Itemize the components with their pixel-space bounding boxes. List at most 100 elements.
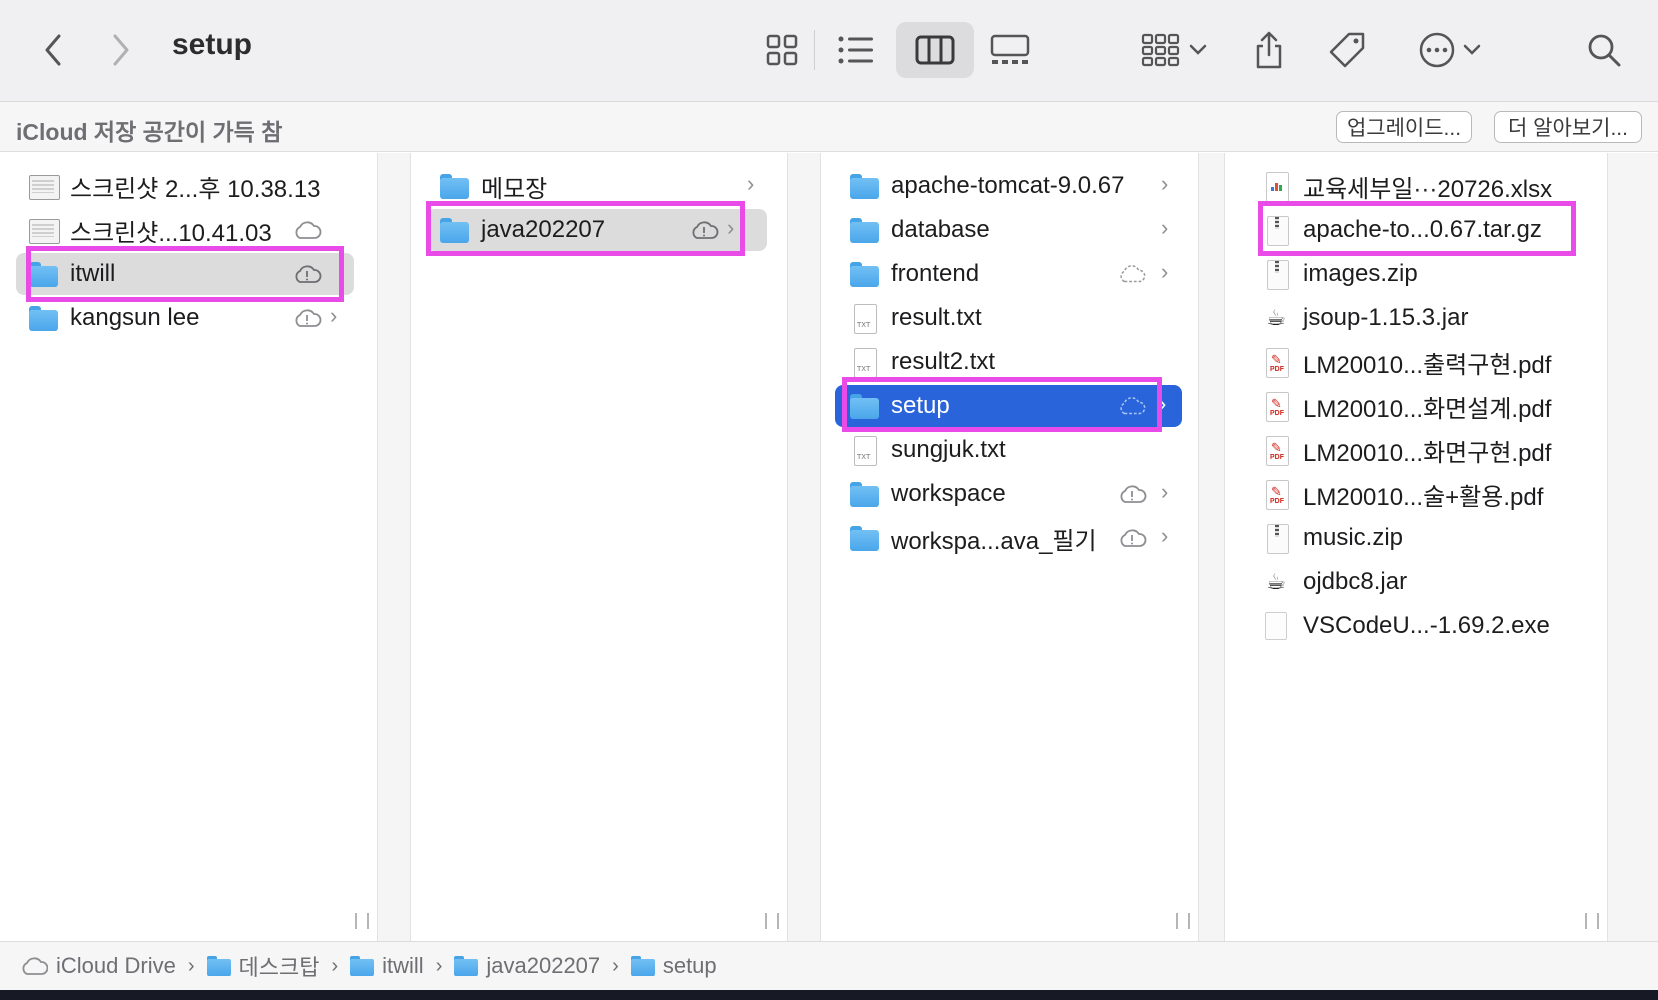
list-item[interactable]: images.zip (1261, 253, 1591, 295)
list-item[interactable]: apache-tomcat-9.0.67 › (847, 165, 1182, 207)
cloud-alert-icon (292, 307, 322, 329)
cloud-icon (292, 219, 322, 241)
list-item[interactable]: workspa...ava_필기 › (847, 517, 1182, 559)
column-resize-handle[interactable] (1585, 913, 1599, 933)
item-name: java202207 (481, 216, 606, 243)
list-item[interactable]: frontend › (847, 253, 1182, 295)
list-item[interactable]: ✎ PDF LM20010...화면구현.pdf (1261, 429, 1591, 471)
list-item[interactable]: kangsun lee › (26, 297, 352, 339)
list-item[interactable]: apache-to...0.67.tar.gz (1261, 209, 1591, 251)
list-item[interactable]: music.zip (1261, 517, 1591, 559)
list-item-selected[interactable]: itwill (16, 253, 354, 295)
chevron-right-icon: › (1159, 391, 1167, 416)
chevron-right-icon: › (612, 954, 619, 977)
list-item[interactable]: ✎ PDF LM20010...화면설계.pdf (1261, 385, 1591, 427)
item-name: result2.txt (891, 348, 996, 375)
chevron-right-icon: › (1161, 479, 1169, 504)
item-name: sungjuk.txt (891, 436, 1006, 463)
list-item[interactable]: TXT result.txt (847, 297, 1182, 339)
column-gap (1199, 153, 1225, 941)
column-gap (378, 153, 411, 941)
archive-file-icon (1261, 523, 1291, 554)
learn-more-button[interactable]: 더 알아보기... (1494, 111, 1642, 143)
banner-message: iCloud 저장 공간이 가득 참 (16, 119, 283, 145)
upgrade-button[interactable]: 업그레이드... (1336, 111, 1472, 143)
path-item-desktop[interactable]: 데스크탑 (206, 950, 319, 982)
cloud-alert-icon (1117, 527, 1147, 549)
more-actions-button[interactable] (1410, 26, 1490, 74)
back-button[interactable] (36, 30, 70, 70)
gallery-view-button[interactable] (984, 28, 1036, 72)
path-item-setup[interactable]: setup (630, 953, 717, 979)
txt-file-icon: TXT (849, 435, 879, 466)
path-item-icloud-drive[interactable]: iCloud Drive (20, 953, 176, 979)
item-name: images.zip (1303, 260, 1418, 287)
list-item-selected[interactable]: java202207 › (427, 209, 767, 251)
list-item[interactable]: 스크린샷 2...후 10.38.13 (26, 165, 352, 207)
cloud-alert-icon (292, 263, 322, 285)
chevron-down-icon (1189, 44, 1207, 55)
list-item[interactable]: VSCodeU...-1.69.2.exe (1261, 605, 1591, 647)
folder-icon (849, 523, 879, 553)
path-item-itwill[interactable]: itwill (350, 953, 424, 979)
list-item[interactable]: 메모장 › (437, 165, 767, 207)
column-view-button[interactable] (896, 22, 974, 78)
archive-file-icon (1261, 259, 1291, 290)
item-name: LM20010...출력구현.pdf (1303, 351, 1552, 379)
column-resize-handle[interactable] (1176, 913, 1190, 933)
list-item[interactable]: ☕ jsoup-1.15.3.jar (1261, 297, 1591, 339)
pdf-file-icon: ✎ PDF (1261, 391, 1291, 422)
share-button[interactable] (1244, 24, 1294, 76)
column-resize-handle[interactable] (765, 913, 779, 933)
list-view-button[interactable] (830, 28, 882, 72)
list-item-selected[interactable]: setup › (835, 385, 1182, 427)
path-item-label: itwill (382, 953, 424, 978)
share-icon (1256, 31, 1282, 69)
item-name: LM20010...화면설계.pdf (1303, 395, 1552, 423)
item-name: workspace (891, 480, 1006, 507)
folder-icon (28, 303, 58, 333)
chevron-right-icon: › (727, 215, 735, 240)
list-item[interactable]: TXT sungjuk.txt (847, 429, 1182, 471)
column-2: 메모장 › java202207 › (411, 153, 788, 941)
list-icon (838, 36, 873, 64)
toolbar-divider (814, 30, 815, 70)
chevron-right-icon: › (747, 171, 755, 196)
generic-file-icon (1265, 612, 1287, 640)
list-item[interactable]: ✎ PDF LM20010...술+활용.pdf (1261, 473, 1591, 515)
item-name: kangsun lee (70, 304, 200, 331)
chevron-right-icon (113, 34, 129, 66)
column-3: apache-tomcat-9.0.67 › database › fronte… (821, 153, 1199, 941)
item-name: VSCodeU...-1.69.2.exe (1303, 612, 1550, 639)
screenshot-icon (28, 171, 60, 201)
chevron-right-icon: › (1161, 523, 1169, 548)
search-button[interactable] (1580, 28, 1628, 72)
column-resize-handle[interactable] (355, 913, 369, 933)
desktop-folder-icon (206, 956, 231, 976)
group-by-button[interactable] (1134, 28, 1214, 72)
chevron-right-icon: › (435, 954, 443, 977)
desktop-background-strip (0, 990, 1658, 1000)
chevron-right-icon: › (187, 954, 195, 977)
list-item[interactable]: ✎ PDF LM20010...출력구현.pdf (1261, 341, 1591, 383)
finder-window: setup iCloud 저장 공간이 가득 참 업그레이드... 더 알아보기… (0, 0, 1658, 990)
cloud-alert-icon (1117, 483, 1147, 505)
grid-icon (766, 34, 798, 66)
folder-icon (849, 391, 879, 421)
tag-button[interactable] (1322, 26, 1372, 74)
list-item[interactable]: workspace › (847, 473, 1182, 515)
item-name: LM20010...술+활용.pdf (1303, 483, 1544, 511)
path-item-java202207[interactable]: java202207 (454, 953, 600, 979)
list-item[interactable]: TXT result2.txt (847, 341, 1182, 383)
item-name: setup (891, 392, 950, 419)
forward-button[interactable] (104, 30, 138, 70)
item-name: 스크린샷...10.41.03 (70, 219, 272, 247)
list-item[interactable]: 교육세부일···20726.xlsx (1261, 165, 1591, 207)
chevron-right-icon: › (1161, 171, 1169, 196)
list-item[interactable]: database › (847, 209, 1182, 251)
list-item[interactable]: ☕ ojdbc8.jar (1261, 561, 1591, 603)
item-name: jsoup-1.15.3.jar (1303, 304, 1469, 331)
folder-icon (350, 956, 375, 976)
icon-view-button[interactable] (758, 28, 806, 72)
list-item[interactable]: 스크린샷...10.41.03 (26, 209, 352, 251)
